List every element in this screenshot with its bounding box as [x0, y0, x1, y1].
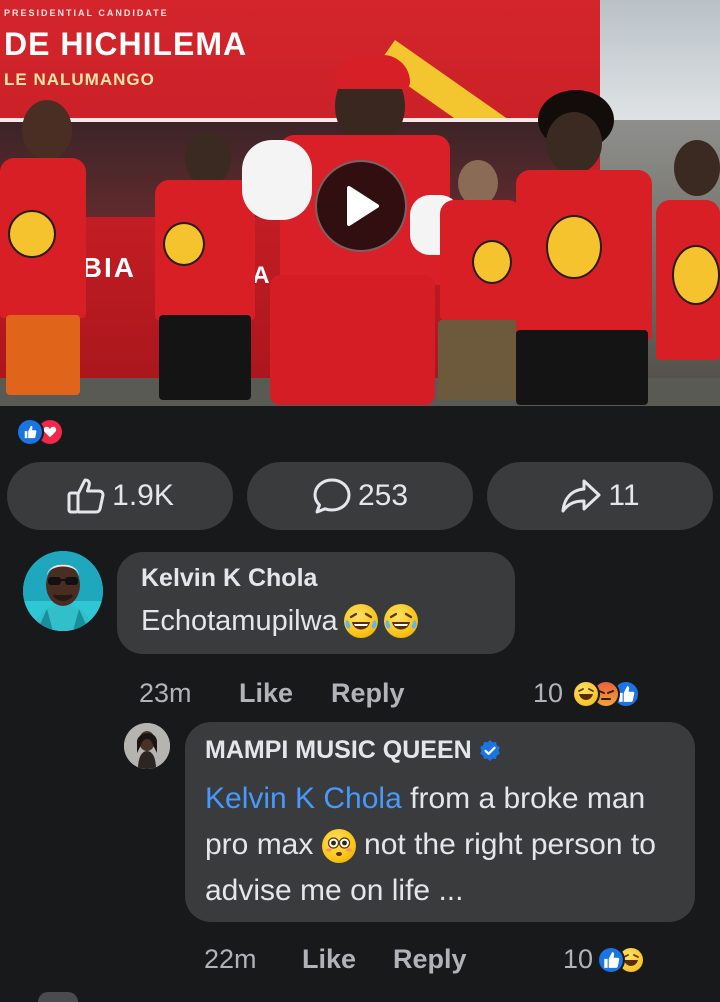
comment-timestamp: 23m	[139, 678, 192, 708]
comment-like-link[interactable]: Like	[239, 678, 293, 709]
laughing-tears-emoji	[343, 604, 378, 638]
comment-text: Echotamupilwa	[141, 604, 418, 638]
share-arrow-icon	[561, 479, 601, 513]
comment-count: 253	[357, 479, 409, 512]
play-icon	[347, 186, 379, 226]
like-reaction-icon	[597, 946, 625, 974]
reply-bubble[interactable]: MAMPI MUSIC QUEEN Kelvin K Chola from a …	[185, 722, 695, 922]
bus-subtitle: LE NALUMANGO	[4, 70, 155, 89]
reply-text: Kelvin K Chola from a broke man pro max …	[205, 776, 685, 914]
comment-text-body: Echotamupilwa	[141, 604, 338, 637]
dancer-4	[510, 90, 655, 405]
commenter-avatar[interactable]	[23, 551, 103, 631]
flushed-face-emoji	[321, 829, 356, 864]
bus-title: DE HICHILEMA	[4, 26, 248, 62]
reply-author-name: MAMPI MUSIC QUEEN	[205, 736, 472, 764]
comment-button[interactable]: 253	[247, 462, 473, 530]
reply-like-link[interactable]: Like	[302, 944, 356, 975]
comment-reactions[interactable]	[572, 680, 668, 708]
comment-reaction-count[interactable]: 10	[533, 678, 563, 709]
play-button[interactable]	[315, 160, 407, 252]
laughing-tears-emoji	[383, 604, 418, 638]
reply-reaction-count[interactable]: 10	[563, 944, 593, 975]
like-count: 1.9K	[112, 479, 174, 512]
dancer-5	[650, 100, 720, 400]
next-comment-avatar-partial	[38, 992, 78, 1002]
reply-reactions[interactable]	[597, 946, 661, 974]
share-count: 11	[608, 479, 640, 512]
mention-link[interactable]: Kelvin K Chola	[205, 782, 402, 815]
avatar-image	[124, 723, 170, 769]
haha-reaction-icon	[572, 680, 600, 708]
bus-caption-small: PRESIDENTIAL CANDIDATE	[4, 8, 169, 18]
post-video[interactable]: PRESIDENTIAL CANDIDATE DE HICHILEMA LE N…	[0, 0, 720, 406]
reaction-summary[interactable]	[16, 418, 80, 446]
thumbs-up-icon	[67, 478, 105, 514]
replier-avatar[interactable]	[124, 723, 170, 769]
reply-timestamp: 22m	[204, 944, 257, 974]
comment-bubble[interactable]: Kelvin K Chola Echotamupilwa	[117, 552, 515, 654]
reply-author[interactable]: MAMPI MUSIC QUEEN	[205, 736, 502, 765]
like-reaction-icon	[16, 418, 44, 446]
avatar-image	[23, 551, 103, 631]
comment-bubble-icon	[313, 478, 351, 514]
dancer-1	[0, 100, 90, 400]
verified-badge-icon	[479, 739, 500, 761]
like-button[interactable]: 1.9K	[7, 462, 233, 530]
reply-reply-link[interactable]: Reply	[393, 944, 467, 975]
share-button[interactable]: 11	[487, 462, 713, 530]
comment-author[interactable]: Kelvin K Chola	[141, 564, 317, 593]
comment-reply-link[interactable]: Reply	[331, 678, 405, 709]
